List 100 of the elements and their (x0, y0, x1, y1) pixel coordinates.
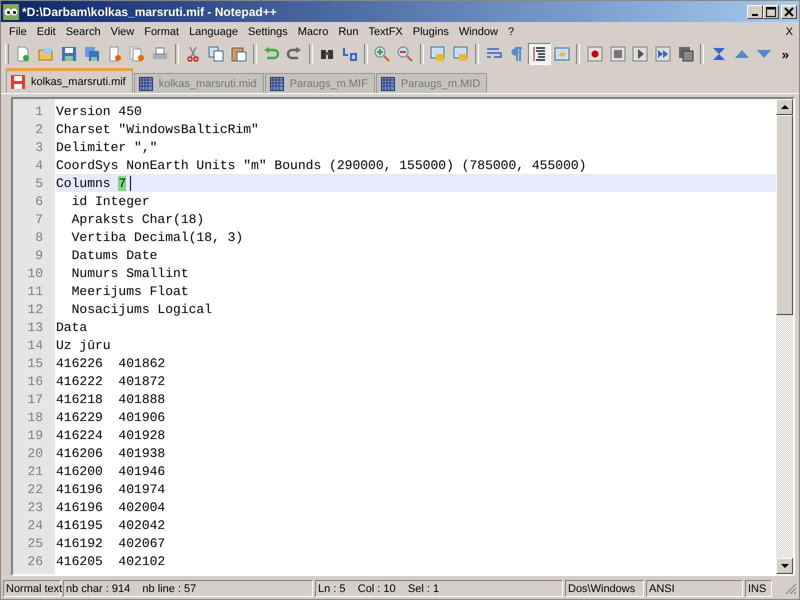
line-number: 19 (26, 428, 43, 442)
menu-item[interactable]: View (106, 26, 140, 38)
menu-item[interactable]: Edit (32, 26, 61, 38)
save-macro-icon (678, 46, 694, 62)
down-arrow-icon (780, 564, 788, 568)
redo-icon (286, 46, 302, 62)
line-number: 24 (26, 518, 43, 532)
code-line: 416218 401888 (56, 392, 166, 406)
save-all-icon (84, 46, 100, 62)
line-number: 20 (26, 446, 43, 460)
zoom-out-icon (397, 46, 414, 62)
close-button[interactable] (781, 4, 797, 18)
menu-item[interactable]: Run (333, 26, 364, 38)
fast-forward-icon (655, 46, 672, 62)
line-number: 17 (26, 392, 43, 406)
status-field: Ln : 5 Col : 10 Sel : 1 (315, 580, 563, 597)
code-line: Data (56, 320, 88, 334)
menu-item[interactable]: TextFX (364, 26, 408, 38)
code-line: Uz jūru (56, 338, 111, 352)
menu-item[interactable]: Format (139, 26, 184, 38)
code-line: 416206 401938 (56, 446, 166, 460)
line-number: 7 (34, 212, 43, 226)
code-line: 416192 402067 (56, 536, 166, 550)
code-line: 416222 401872 (56, 374, 166, 388)
code-line: 416226 401862 (56, 356, 166, 370)
code-line: 416196 401974 (56, 482, 166, 496)
line-number: 11 (26, 284, 43, 298)
menu-item[interactable]: Plugins (408, 26, 454, 38)
code-line: Apraksts Char(18) (70, 212, 204, 226)
close-icon (783, 6, 795, 16)
app-icon (3, 4, 19, 20)
copy-icon (208, 46, 224, 62)
folder-icon (38, 46, 54, 62)
status-field: ANSI (646, 580, 743, 597)
resize-grip[interactable] (785, 582, 797, 594)
line-number: 26 (26, 554, 43, 568)
line-number: 3 (34, 140, 43, 154)
line-number: 15 (26, 356, 43, 370)
code-line: Nosacijums Logical (70, 302, 212, 316)
line-number: 25 (26, 536, 43, 550)
scroll-up-button[interactable] (776, 99, 793, 115)
toolbar-button[interactable] (528, 43, 551, 65)
code-line: Vertiba Decimal(18, 3) (70, 230, 244, 244)
code-line: 416200 401946 (56, 464, 166, 478)
line-number: 1 (34, 104, 43, 118)
code-line: Meerijums Float (70, 284, 189, 298)
status-field: INS (745, 580, 772, 597)
code-line: CoordSys NonEarth Units "m" Bounds (290000, 155000) (785000, 455000) (56, 158, 586, 172)
maximize-icon (765, 6, 777, 16)
file-tab[interactable]: kolkas_marsruti.mif (6, 68, 133, 93)
lock-window-icon (430, 46, 446, 62)
line-number: 13 (26, 320, 43, 334)
line-number: 4 (34, 158, 43, 172)
code-line: 416224 401928 (56, 428, 166, 442)
window-icon (554, 46, 570, 62)
up-arrow-icon (780, 105, 788, 109)
code-line: 416195 402042 (56, 518, 166, 532)
line-number: 6 (34, 194, 43, 208)
toolbar-overflow-button[interactable]: » (776, 46, 795, 62)
scrollbar-thumb[interactable] (776, 115, 793, 315)
close-file-icon (106, 46, 123, 62)
menu-item[interactable]: ? (502, 26, 520, 38)
vertical-scrollbar[interactable] (776, 99, 793, 574)
indent-guide-icon (531, 46, 548, 62)
line-number: 2 (34, 122, 43, 136)
menu-item[interactable]: File (4, 26, 32, 38)
line-number: 9 (34, 248, 43, 262)
line-number: 5 (34, 176, 43, 190)
menu-item[interactable]: Search (60, 26, 106, 38)
code-line: Charset "WindowsBalticRim" (56, 122, 259, 136)
menu-item[interactable]: Window (454, 26, 503, 38)
close-all-icon (129, 46, 146, 62)
maximize-button[interactable] (763, 4, 779, 18)
menu-item[interactable]: Macro (292, 26, 334, 38)
menu-item[interactable]: Language (184, 26, 244, 38)
grid-file-icon (380, 76, 396, 92)
save-icon (60, 46, 77, 62)
line-number: 12 (26, 302, 43, 316)
printer-icon (152, 46, 168, 62)
line-number: 16 (26, 374, 43, 388)
code-line: 416229 401906 (56, 410, 166, 424)
code-line: Version 450 (56, 104, 142, 118)
paste-icon (230, 46, 247, 62)
minimize-button[interactable] (747, 4, 763, 18)
line-number: 21 (26, 464, 43, 478)
lock-window-icon (452, 46, 469, 62)
stop-icon (610, 46, 626, 62)
zoom-in-icon (374, 46, 390, 62)
line-number: 10 (26, 266, 43, 280)
line-number: 22 (26, 482, 43, 496)
menu-item[interactable]: Settings (243, 26, 293, 38)
new-file-icon (15, 46, 32, 62)
line-number: 18 (26, 410, 43, 424)
close-document-button[interactable]: X (780, 26, 799, 38)
scroll-down-button[interactable] (776, 558, 793, 574)
line-number: 23 (26, 500, 43, 514)
undo-icon (263, 46, 280, 62)
scissors-icon (184, 46, 201, 62)
code-line: Datums Date (70, 248, 158, 262)
status-field: Dos\Windows (565, 580, 644, 597)
